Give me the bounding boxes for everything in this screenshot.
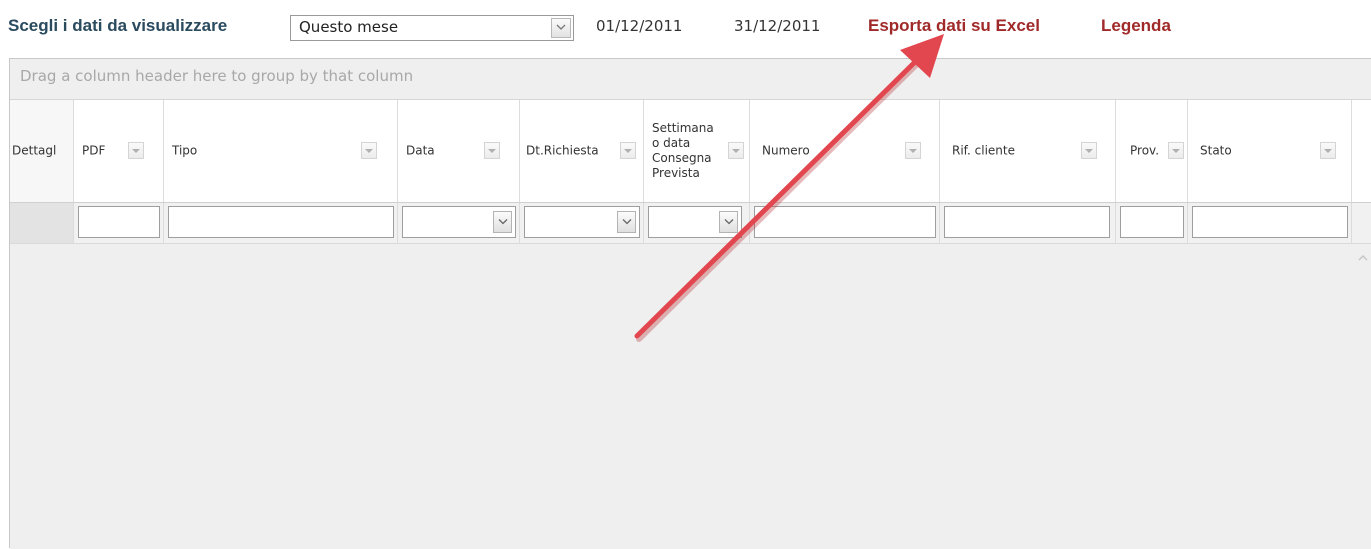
- column-header-tipo[interactable]: Tipo: [164, 100, 398, 202]
- filter-input-stato[interactable]: [1192, 206, 1348, 238]
- filter-menu-icon[interactable]: [1320, 142, 1336, 159]
- period-dropdown-button[interactable]: [551, 18, 571, 38]
- column-header-label: Data: [406, 143, 435, 158]
- filter-input-pdf[interactable]: [78, 206, 160, 238]
- filter-cell-prov: [1116, 203, 1188, 243]
- column-header-dettagli[interactable]: Dettagl: [10, 100, 74, 202]
- scroll-up-icon[interactable]: [1356, 251, 1370, 265]
- data-grid: Drag a column header here to group by th…: [9, 58, 1371, 549]
- column-header-numero[interactable]: Numero: [750, 100, 940, 202]
- filter-menu-icon[interactable]: [728, 142, 744, 159]
- filter-input-rif-cliente[interactable]: [944, 206, 1110, 238]
- filter-menu-icon[interactable]: [1168, 142, 1184, 159]
- filter-cell-numero: [750, 203, 940, 243]
- column-header-dt-richiesta[interactable]: Dt.Richiesta: [520, 100, 644, 202]
- filter-input-prov[interactable]: [1120, 206, 1184, 238]
- filter-cell-pdf: [74, 203, 164, 243]
- column-header-label: Dettagl: [12, 143, 57, 158]
- filter-input-tipo[interactable]: [168, 206, 394, 238]
- filter-input-numero[interactable]: [754, 206, 936, 238]
- column-header-pdf[interactable]: PDF: [74, 100, 164, 202]
- chevron-down-icon: [556, 24, 566, 30]
- period-select-value: Questo mese: [299, 18, 399, 36]
- column-header-rif-cliente[interactable]: Rif. cliente: [940, 100, 1116, 202]
- column-header-data[interactable]: Data: [398, 100, 520, 202]
- filter-menu-icon[interactable]: [905, 142, 921, 159]
- legend-link[interactable]: Legenda: [1101, 16, 1171, 36]
- export-excel-link[interactable]: Esporta dati su Excel: [868, 16, 1040, 36]
- column-header-label: Dt.Richiesta: [526, 143, 599, 158]
- column-header-label: Settimana o data Consegna Prevista: [652, 121, 714, 180]
- column-header-label: Rif. cliente: [952, 143, 1015, 158]
- filter-select-settimana[interactable]: [648, 206, 742, 238]
- filter-cell-rif-cliente: [940, 203, 1116, 243]
- filter-menu-icon[interactable]: [1081, 142, 1097, 159]
- filter-menu-icon[interactable]: [620, 142, 636, 159]
- group-by-hint: Drag a column header here to group by th…: [20, 67, 414, 85]
- column-header-stato[interactable]: Stato: [1188, 100, 1352, 202]
- column-header-label: Stato: [1200, 143, 1232, 158]
- column-header-label: Numero: [762, 143, 810, 158]
- grid-body: [10, 244, 1371, 549]
- filter-cell-stato: [1188, 203, 1352, 243]
- filter-cell-dt-richiesta: [520, 203, 644, 243]
- filter-select-dt-richiesta[interactable]: [524, 206, 640, 238]
- filter-menu-icon[interactable]: [128, 142, 144, 159]
- column-header-label: PDF: [82, 143, 106, 158]
- column-header-settimana-consegna[interactable]: Settimana o data Consegna Prevista: [644, 100, 750, 202]
- filter-cell-dettagli: [10, 203, 74, 243]
- chevron-down-icon: [724, 219, 734, 225]
- filter-dropdown-button[interactable]: [493, 211, 512, 233]
- column-header-label: Prov.: [1130, 143, 1160, 158]
- column-header-label: Tipo: [172, 143, 198, 158]
- period-select[interactable]: Questo mese: [290, 15, 574, 41]
- date-from: 01/12/2011: [596, 17, 683, 35]
- column-header-prov[interactable]: Prov.: [1116, 100, 1188, 202]
- period-label: Scegli i dati da visualizzare: [8, 16, 228, 35]
- filter-menu-icon[interactable]: [484, 142, 500, 159]
- filter-cell-tipo: [164, 203, 398, 243]
- column-header-row: Dettagl PDF Tipo Data Dt.Richiesta Setti…: [10, 100, 1371, 203]
- filter-dropdown-button[interactable]: [719, 211, 738, 233]
- group-by-panel[interactable]: Drag a column header here to group by th…: [10, 59, 1371, 100]
- filter-select-data[interactable]: [402, 206, 516, 238]
- filter-menu-icon[interactable]: [361, 142, 377, 159]
- filter-cell-settimana: [644, 203, 750, 243]
- chevron-down-icon: [498, 219, 508, 225]
- date-to: 31/12/2011: [734, 17, 821, 35]
- chevron-down-icon: [622, 219, 632, 225]
- filter-row: [10, 203, 1371, 244]
- filter-cell-data: [398, 203, 520, 243]
- toolbar: Scegli i dati da visualizzare Questo mes…: [0, 0, 1371, 58]
- filter-dropdown-button[interactable]: [617, 211, 636, 233]
